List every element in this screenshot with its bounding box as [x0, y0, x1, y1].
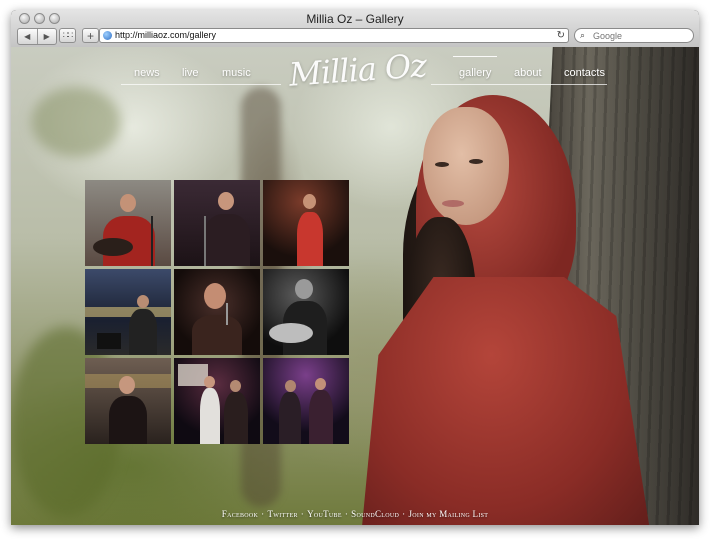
portrait-eye	[469, 159, 483, 164]
top-sites-button[interactable]: ∷∷	[59, 28, 76, 43]
portrait-eye	[435, 162, 449, 167]
gallery-thumbnail[interactable]	[263, 180, 349, 266]
active-nav-indicator	[453, 56, 497, 57]
gallery-thumbnail[interactable]	[174, 269, 260, 355]
browser-toolbar: Millia Oz – Gallery ◀ ▶ ∷∷ + http://mill…	[11, 10, 699, 48]
forward-button[interactable]: ▶	[38, 29, 57, 44]
browser-window: Millia Oz – Gallery ◀ ▶ ∷∷ + http://mill…	[11, 10, 699, 525]
search-icon: ⌕	[580, 30, 586, 40]
grid-icon: ∷∷	[62, 30, 74, 40]
footer-link-mailing-list[interactable]: Join my Mailing List	[408, 509, 488, 519]
gallery-thumbnail[interactable]	[85, 180, 171, 266]
page-content: news live music Millia Oz gallery about …	[11, 47, 699, 525]
background-foliage	[31, 87, 121, 157]
site-logo[interactable]: Millia Oz	[288, 47, 427, 94]
footer-link-twitter[interactable]: Twitter	[267, 509, 297, 519]
gallery-thumbnail[interactable]	[85, 358, 171, 444]
address-bar[interactable]: http://milliaoz.com/gallery ↻	[99, 28, 569, 43]
gallery-thumbnail[interactable]	[263, 269, 349, 355]
nav-contacts[interactable]: contacts	[564, 67, 605, 79]
nav-news[interactable]: news	[134, 67, 160, 79]
footer-link-youtube[interactable]: YouTube	[307, 509, 342, 519]
reload-icon[interactable]: ↻	[557, 29, 565, 42]
gallery-thumbnail[interactable]	[263, 358, 349, 444]
plus-icon: +	[86, 28, 94, 43]
globe-icon	[103, 31, 112, 40]
gallery-thumbnail[interactable]	[85, 269, 171, 355]
nav-gallery[interactable]: gallery	[459, 67, 491, 79]
url-text[interactable]: http://milliaoz.com/gallery	[115, 29, 216, 42]
nav-about[interactable]: about	[514, 67, 542, 79]
nav-underline-right	[431, 84, 607, 85]
gallery-thumbnail[interactable]	[174, 358, 260, 444]
footer-link-soundcloud[interactable]: SoundCloud	[351, 509, 399, 519]
search-input[interactable]	[593, 30, 689, 41]
window-title: Millia Oz – Gallery	[306, 12, 404, 26]
nav-live[interactable]: live	[182, 67, 199, 79]
portrait-lips	[442, 200, 464, 207]
gallery-thumbnail[interactable]	[174, 180, 260, 266]
gallery-grid	[85, 180, 350, 445]
search-box[interactable]: ⌕	[574, 28, 694, 43]
back-forward-group: ◀ ▶	[17, 28, 57, 45]
back-button[interactable]: ◀	[18, 29, 38, 44]
footer-links: Facebook · Twitter · YouTube · SoundCloud · Join…	[221, 509, 489, 519]
add-bookmark-button[interactable]: +	[82, 28, 99, 43]
nav-underline-left	[121, 84, 281, 85]
nav-music[interactable]: music	[222, 67, 251, 79]
footer-link-facebook[interactable]: Facebook	[222, 509, 258, 519]
